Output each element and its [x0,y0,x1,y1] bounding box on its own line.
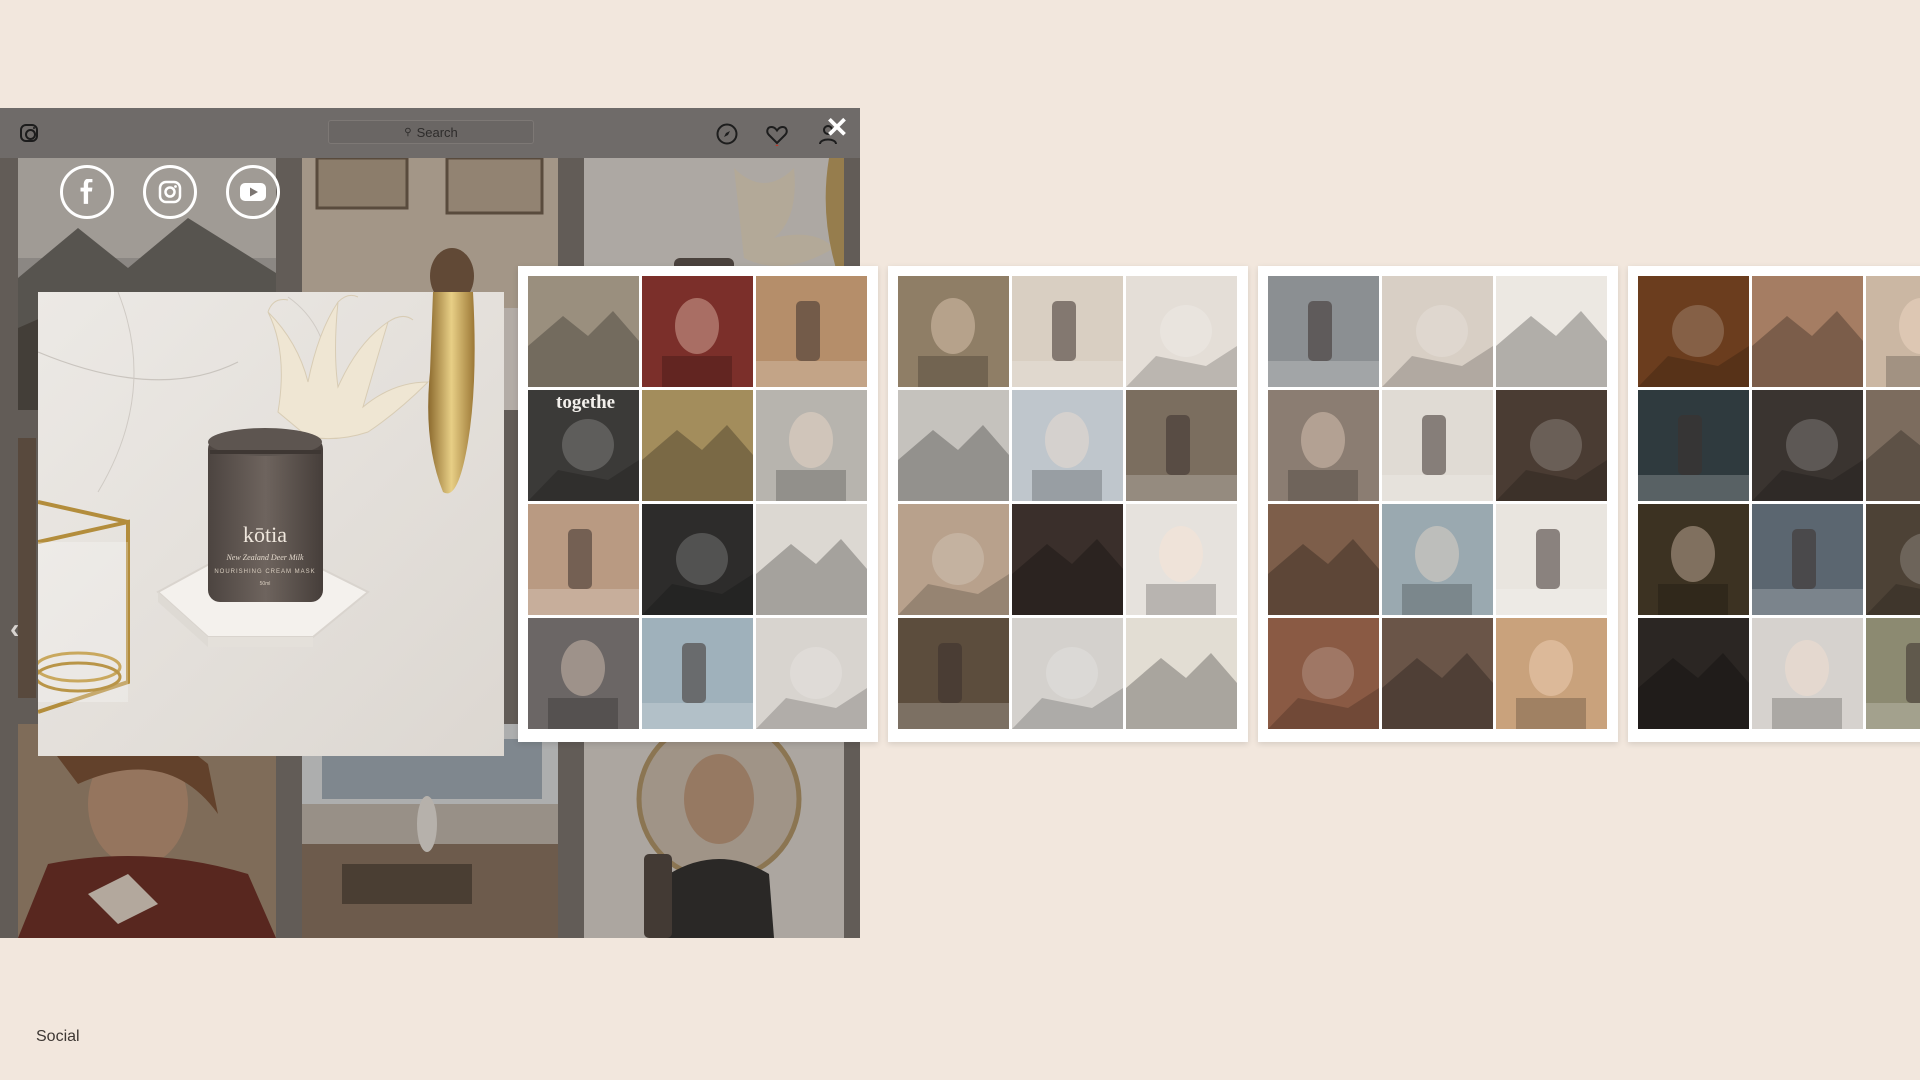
facebook-button[interactable] [60,165,114,219]
grid-photo-woman-ring[interactable] [18,724,276,938]
grid-tile[interactable] [1496,618,1607,729]
grid-tile[interactable] [1496,276,1607,387]
profile-grid-card: togethe [518,266,878,742]
youtube-icon [240,183,266,201]
instagram-button[interactable] [143,165,197,219]
profile-grid-card [1258,266,1618,742]
grid-tile[interactable] [756,390,867,501]
search-icon: ⚲ [404,126,412,138]
grid-tile[interactable] [756,276,867,387]
instagram-icon [158,180,182,204]
instagram-top-bar: ⚲ Search [0,108,860,158]
grid-tile[interactable] [1268,618,1379,729]
grid-tile[interactable] [1496,504,1607,615]
previous-arrow-icon[interactable]: ‹ [10,613,19,645]
grid-photo-lodge[interactable] [302,724,558,938]
instagram-logo-icon[interactable] [20,124,38,142]
grid-tile[interactable] [898,504,1009,615]
profile-grid-card [888,266,1248,742]
grid-tile[interactable] [1012,276,1123,387]
close-icon[interactable]: ✕ [824,114,850,142]
facebook-icon [80,179,93,204]
grid-tile[interactable] [1012,618,1123,729]
grid-tile[interactable] [1126,618,1237,729]
jar-product-name: New Zealand Deer Milk [225,553,304,562]
grid-tile[interactable] [1012,504,1123,615]
grid-tile[interactable] [1126,504,1237,615]
grid-tile[interactable] [1752,504,1863,615]
grid-tile[interactable] [1752,390,1863,501]
profile-grid-card [1628,266,1920,742]
grid-tile[interactable] [642,504,753,615]
grid-tile[interactable] [1752,618,1863,729]
grid-tile[interactable] [1866,390,1920,501]
grid-tile[interactable] [1638,504,1749,615]
grid-tile[interactable] [1752,276,1863,387]
grid-tile[interactable]: togethe [528,390,639,501]
grid-tile[interactable] [1866,504,1920,615]
grid-tile[interactable] [1126,276,1237,387]
grid-tile[interactable] [1268,390,1379,501]
grid-photo-edge-left [18,438,36,698]
slide-caption: Social [36,1028,80,1045]
search-placeholder: Search [416,124,458,140]
grid-tile[interactable] [528,276,639,387]
grid-photo-mirror[interactable] [584,724,844,938]
grid-tile[interactable] [1126,390,1237,501]
grid-tile[interactable] [1268,504,1379,615]
grid-tile[interactable] [642,390,753,501]
tile-overlay-text: togethe [556,392,616,413]
grid-tile[interactable] [1638,276,1749,387]
grid-tile[interactable] [1866,276,1920,387]
grid-tile[interactable] [1382,618,1493,729]
grid-tile[interactable] [1496,390,1607,501]
grid-tile[interactable] [1638,390,1749,501]
grid-tile[interactable] [1382,390,1493,501]
grid-tile[interactable] [1382,276,1493,387]
compass-icon[interactable] [715,122,739,146]
grid-tile[interactable] [756,504,867,615]
grid-tile[interactable] [1866,618,1920,729]
grid-tile[interactable] [756,618,867,729]
grid-tile[interactable] [1268,276,1379,387]
featured-product-photo[interactable]: kōtia New Zealand Deer Milk NOURISHING C… [38,292,504,756]
heart-icon[interactable] [765,122,789,146]
grid-tile[interactable] [898,390,1009,501]
grid-tile[interactable] [642,618,753,729]
jar-product-subline: NOURISHING CREAM MASK [214,569,315,575]
jar-brand-name: kōtia [243,522,287,547]
grid-tile[interactable] [898,276,1009,387]
grid-tile[interactable] [1012,390,1123,501]
grid-tile[interactable] [528,618,639,729]
jar-size: 50ml [260,581,271,587]
grid-tile[interactable] [1638,618,1749,729]
grid-tile[interactable] [642,276,753,387]
grid-tile[interactable] [1382,504,1493,615]
youtube-button[interactable] [226,165,280,219]
grid-tile[interactable] [528,504,639,615]
grid-tile[interactable] [898,618,1009,729]
search-input[interactable]: ⚲ Search [328,120,534,144]
